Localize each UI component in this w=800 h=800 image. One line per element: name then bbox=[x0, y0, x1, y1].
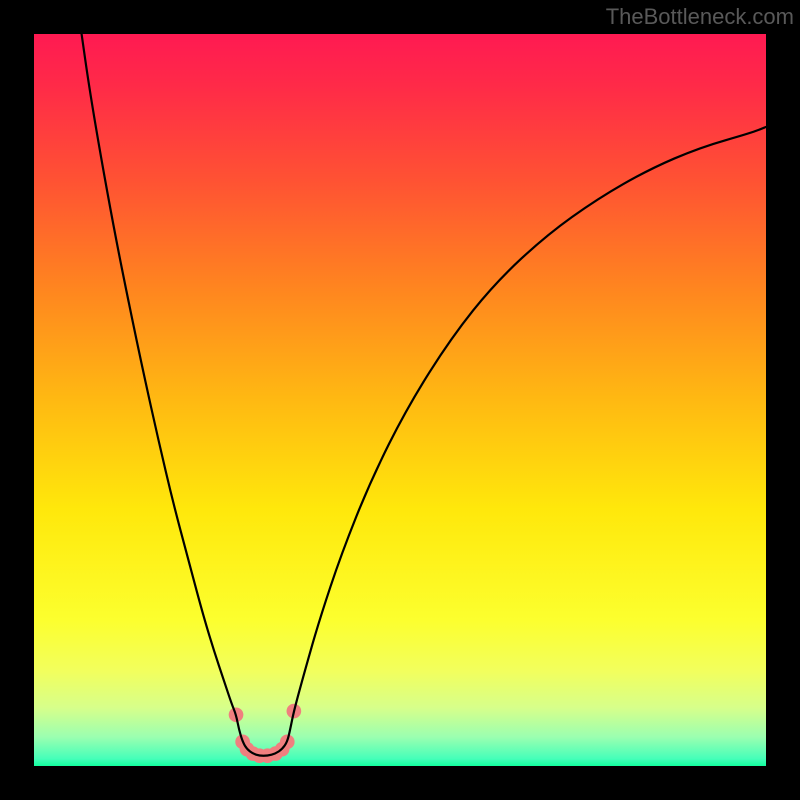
plot-area bbox=[34, 34, 766, 766]
bottleneck-curve bbox=[82, 34, 766, 756]
curve-layer bbox=[34, 34, 766, 766]
watermark-text: TheBottleneck.com bbox=[606, 4, 794, 30]
chart-container: TheBottleneck.com bbox=[0, 0, 800, 800]
